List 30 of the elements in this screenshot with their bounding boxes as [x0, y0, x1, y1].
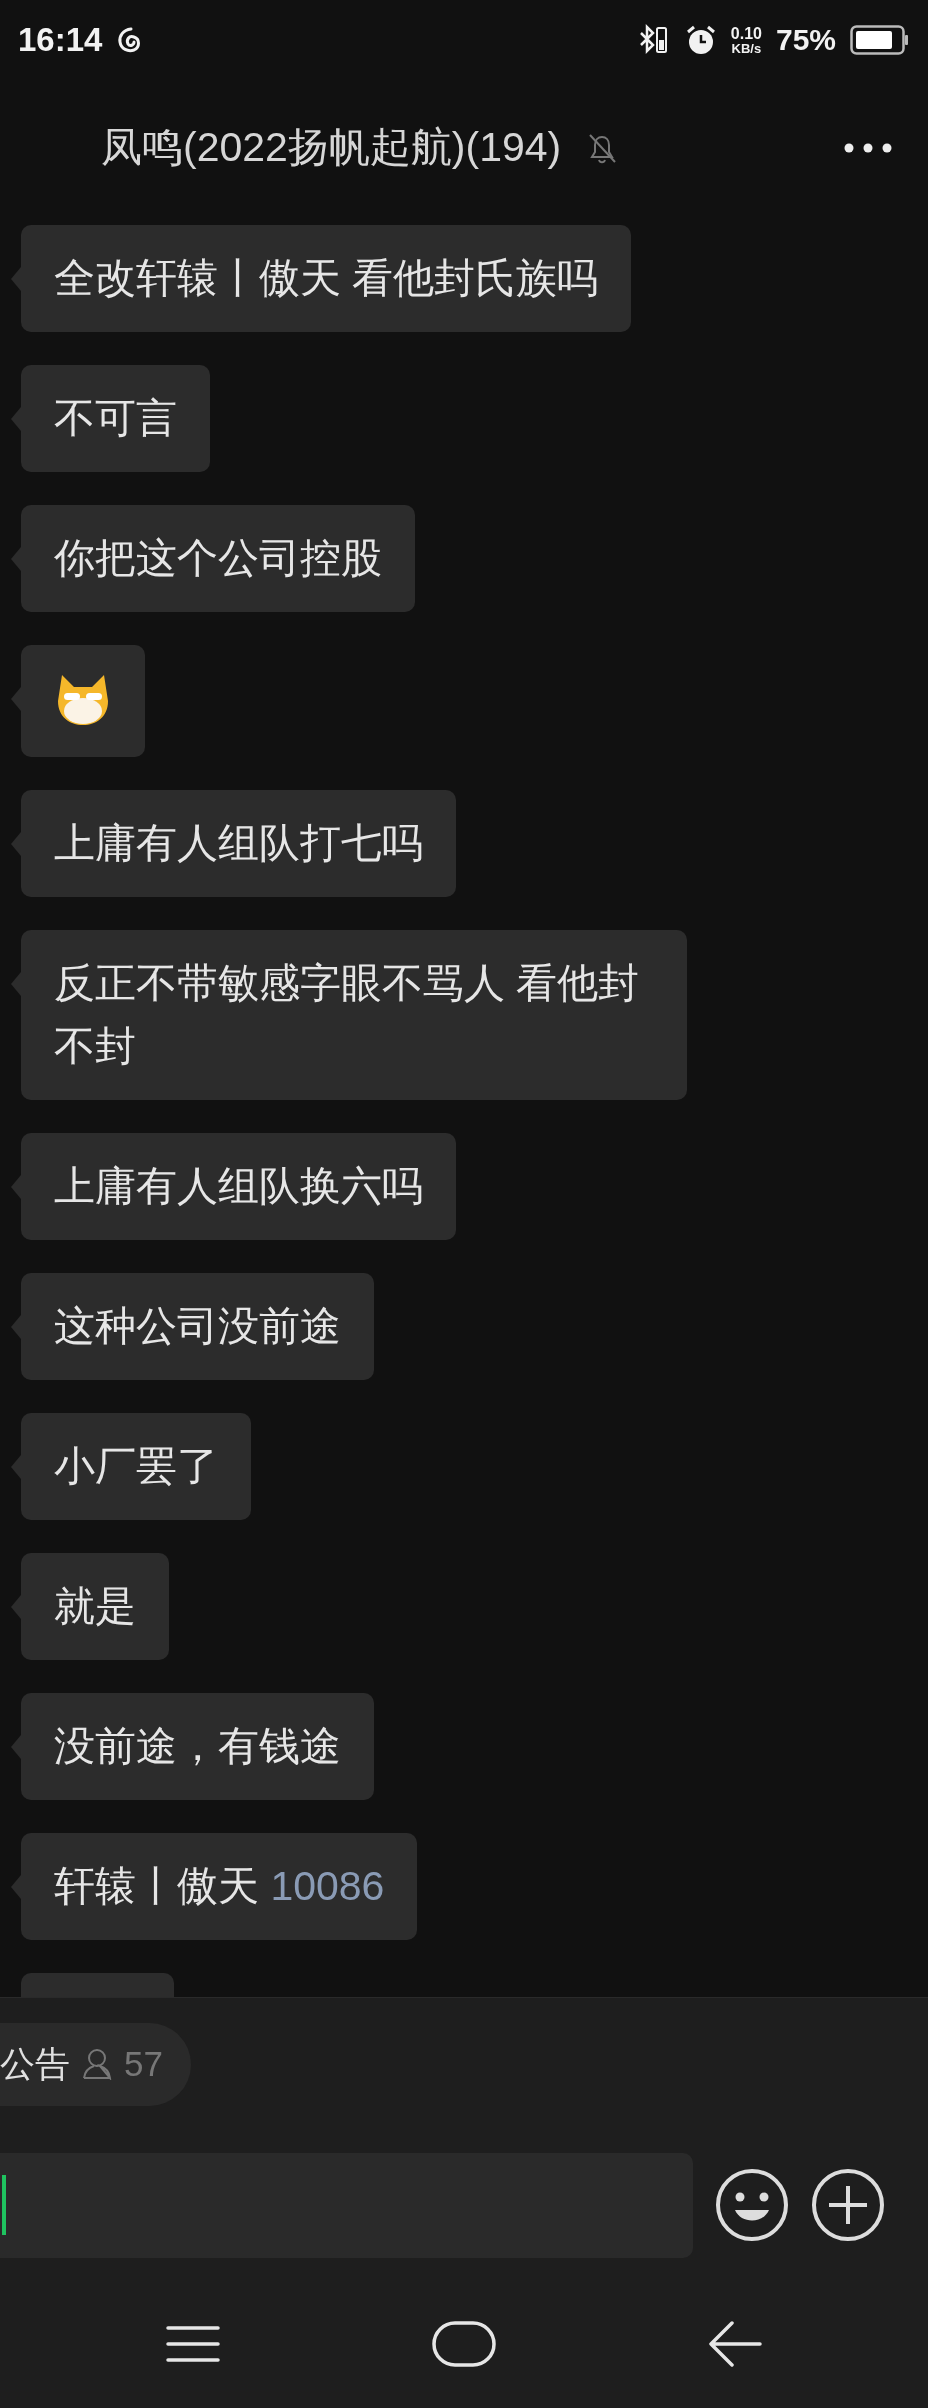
more-button[interactable]: [844, 142, 892, 153]
message-text: 就是: [54, 1582, 136, 1631]
message-text: 反正不带敏感字眼不骂人 看他封不封: [54, 959, 641, 1071]
message-text: 不可言: [54, 394, 177, 443]
message-text: 小厂罢了: [54, 1442, 218, 1491]
alarm-icon: [684, 24, 717, 56]
emoji-button[interactable]: [715, 2168, 789, 2242]
message-text: 上庸有人组队打七吗: [54, 819, 423, 868]
announcement-pill[interactable]: 公告 57: [0, 2022, 191, 2106]
announcement-label: 公告: [0, 2042, 70, 2085]
speed-unit: KB/s: [731, 41, 762, 55]
battery-percent: 75%: [775, 23, 836, 57]
message-text: 上庸有人组队换六吗: [54, 1162, 423, 1211]
back-button[interactable]: [708, 2321, 762, 2367]
member-count: 57: [124, 2044, 163, 2084]
home-button[interactable]: [432, 2321, 496, 2367]
message-text: 没前途，有钱途: [54, 1722, 341, 1771]
network-speed: 0.10: [730, 25, 762, 42]
number-link[interactable]: 10086: [270, 1863, 385, 1909]
person-icon: [82, 2048, 112, 2080]
add-button[interactable]: [811, 2168, 885, 2242]
battery-icon: [850, 25, 910, 55]
message-input[interactable]: [0, 2152, 693, 2258]
chat-title: 凤鸣(2022扬帆起航)(194): [101, 123, 562, 172]
message-text: 轩辕丨傲天 10086: [54, 1862, 385, 1911]
message-text: 这种公司没前途: [54, 1302, 341, 1351]
menu-button[interactable]: [166, 2324, 220, 2364]
message-text: 全改轩辕丨傲天 看他封氏族吗: [54, 254, 599, 303]
message-text: 你把这个公司控股: [54, 534, 382, 583]
clock-time: 16:14: [18, 21, 103, 59]
